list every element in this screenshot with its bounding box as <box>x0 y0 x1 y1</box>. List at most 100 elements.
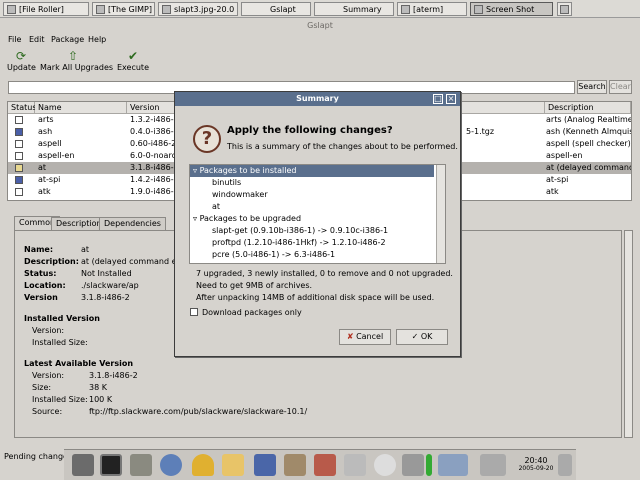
taskbar-item-screenshot[interactable]: Screen Shot <box>470 2 553 16</box>
package-version: 3.1.8-i486-2 <box>130 163 179 172</box>
question-icon: ? <box>193 125 221 153</box>
speaker-icon[interactable] <box>402 454 424 476</box>
folder-icon[interactable] <box>130 454 152 476</box>
taskbar-item-label: [aterm] <box>413 4 444 14</box>
taskbar-item-summary[interactable]: Summary <box>314 2 394 16</box>
update-button[interactable]: ⟳ Update <box>7 49 36 72</box>
changes-tree: ▿ Packages to be installed binutils wind… <box>189 164 446 264</box>
cd-icon[interactable] <box>374 454 396 476</box>
paw-menu-icon[interactable] <box>72 454 94 476</box>
terminal-icon[interactable] <box>100 454 122 476</box>
tools-icon[interactable] <box>558 454 572 476</box>
search-button[interactable]: Search <box>577 80 607 94</box>
tree-item[interactable]: slapt-get (0.9.10b-i386-1) -> 0.9.10c-i3… <box>190 225 434 237</box>
latest-installed-size-label: Installed Size: <box>32 395 88 404</box>
package-name: ash <box>38 127 53 136</box>
latest-version-heading: Latest Available Version <box>24 359 134 368</box>
status-checkbox[interactable] <box>15 188 23 196</box>
summary-counts: 7 upgraded, 3 newly installed, 0 to remo… <box>196 269 453 278</box>
installed-version-label: Version: <box>32 326 65 335</box>
name-value: at <box>81 245 90 254</box>
tree-item[interactable]: binutils <box>190 177 434 189</box>
gimp-icon[interactable] <box>284 454 306 476</box>
status-checkbox[interactable] <box>15 176 23 184</box>
image-viewer-icon[interactable] <box>314 454 336 476</box>
column-header-status[interactable]: Status <box>8 102 37 114</box>
package-description: atk <box>546 187 559 196</box>
package-version: 0.60-i486-2 <box>130 139 177 148</box>
mail-icon[interactable] <box>222 454 244 476</box>
package-version: 0.4.0-i386-1 <box>130 127 179 136</box>
execute-label: Execute <box>117 63 149 72</box>
taskbar-item-file-roller[interactable]: [File Roller] <box>3 2 89 16</box>
package-name: atk <box>38 187 51 196</box>
cancel-label: Cancel <box>356 332 384 341</box>
tree-group-upgraded[interactable]: ▿ Packages to be upgraded <box>190 213 434 225</box>
tree-item[interactable]: at <box>190 201 434 213</box>
tree-group-installed[interactable]: ▿ Packages to be installed <box>190 165 434 177</box>
mark-all-label: Mark All Upgrades <box>40 63 114 72</box>
package-name: aspell <box>38 139 62 148</box>
package-description: arts (Analog Realtime <box>546 115 631 124</box>
summary-disk-space: After unpacking 14MB of additional disk … <box>196 293 435 302</box>
menu-help[interactable]: Help <box>88 35 106 44</box>
terminal-icon <box>401 4 410 14</box>
film-icon[interactable] <box>344 454 366 476</box>
taskbar-item-label: Screen Shot <box>486 4 535 14</box>
status-checkbox[interactable] <box>15 116 23 124</box>
status-checkbox[interactable] <box>15 152 23 160</box>
show-desktop-button[interactable] <box>557 2 572 16</box>
details-scrollbar[interactable] <box>624 230 633 438</box>
image-icon <box>162 4 171 14</box>
download-only-checkbox[interactable] <box>190 308 198 316</box>
column-header-name[interactable]: Name <box>35 102 127 114</box>
tab-dependencies[interactable]: Dependencies <box>99 217 166 230</box>
keyboard-icon[interactable] <box>480 454 506 476</box>
user-icon[interactable] <box>192 454 214 476</box>
package-description: aspell (spell checker) <box>546 139 631 148</box>
maximize-icon[interactable]: □ <box>433 94 443 104</box>
mark-all-upgrades-button[interactable]: ⇧ Mark All Upgrades <box>40 49 113 72</box>
menu-package[interactable]: Package <box>51 35 84 44</box>
tree-scrollbar[interactable] <box>436 165 445 263</box>
taskbar-item-label: Gslapt <box>270 4 296 14</box>
taskbar-item-gimp[interactable]: [The GIMP] <box>92 2 155 16</box>
package-name: arts <box>38 115 54 124</box>
tree-item[interactable]: proftpd (1.2.10-i486-1Hkf) -> 1.2.10-i48… <box>190 237 434 249</box>
dialog-heading: Apply the following changes? <box>227 125 393 136</box>
version-label: Version <box>24 293 58 302</box>
tree-item[interactable]: pcre (5.0-i486-1) -> 6.3-i486-1 <box>190 249 434 261</box>
column-header-description[interactable]: Description <box>545 102 631 114</box>
status-checkbox[interactable] <box>15 128 23 136</box>
dialog-subtitle: This is a summary of the changes about t… <box>227 142 458 151</box>
execute-button[interactable]: ✔ Execute <box>116 49 150 72</box>
location-value: ./slackware/ap <box>81 281 139 290</box>
description-value: at (delayed command ex <box>81 257 182 266</box>
pen-icon[interactable] <box>254 454 276 476</box>
camera-icon <box>474 4 483 14</box>
cancel-button[interactable]: ✘ Cancel <box>339 329 391 345</box>
status-checkbox[interactable] <box>15 140 23 148</box>
size-value: 38 K <box>89 383 107 392</box>
menu-edit[interactable]: Edit <box>29 35 45 44</box>
menu-file[interactable]: File <box>8 35 21 44</box>
close-icon[interactable]: × <box>446 94 456 104</box>
browser-globe-icon[interactable] <box>160 454 182 476</box>
clear-button[interactable]: Clear <box>609 80 632 94</box>
cancel-x-icon: ✘ <box>346 332 357 341</box>
package-description: at (delayed command <box>546 163 631 172</box>
taskbar-item-image[interactable]: slapt3.jpg-20.0 (Re <box>158 2 238 16</box>
location-label: Location: <box>24 281 66 290</box>
tree-group-label: Packages to be installed <box>199 166 297 175</box>
taskbar-item-label: [The GIMP] <box>108 4 152 14</box>
summary-dialog: Summary □ × ? Apply the following change… <box>174 91 461 357</box>
tree-item[interactable]: windowmaker <box>190 189 434 201</box>
taskbar-item-aterm[interactable]: [aterm] <box>397 2 467 16</box>
package-location: 5-1.tgz <box>466 127 495 136</box>
status-checkbox[interactable] <box>15 164 23 172</box>
download-only-label: Download packages only <box>202 308 302 317</box>
workspace-pager[interactable] <box>438 454 468 476</box>
ok-button[interactable]: ✓ OK <box>396 329 448 345</box>
description-label: Description: <box>24 257 79 266</box>
taskbar-item-gslapt[interactable]: Gslapt <box>241 2 311 16</box>
